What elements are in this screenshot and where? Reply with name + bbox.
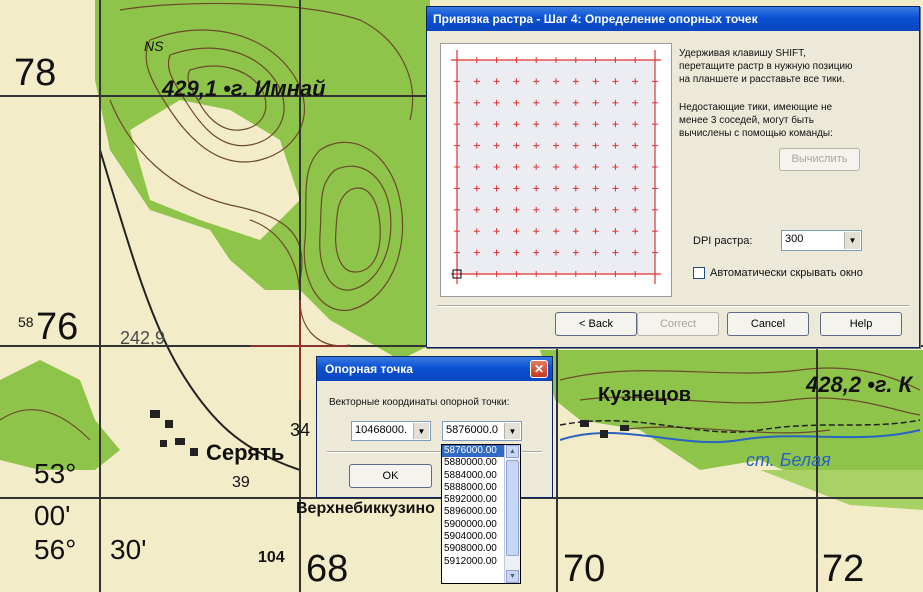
instruction-line: Удерживая клавишу SHIFT, <box>679 48 806 59</box>
autohide-checkbox[interactable] <box>693 267 705 279</box>
height-34: 34 <box>290 420 311 440</box>
point-dialog-title[interactable]: Опорная точка <box>317 357 552 381</box>
raster-registration-dialog: Привязка растра - Шаг 4: Определение опо… <box>426 6 920 348</box>
instruction-line: менее 3 соседей, могут быть <box>679 115 814 126</box>
scroll-up-icon[interactable]: ▲ <box>506 445 519 458</box>
dropdown-option[interactable]: 5892000.00 <box>442 494 506 506</box>
grid-label-76: 76 <box>36 306 79 348</box>
instruction-line: вычислены с помощью команды: <box>679 128 833 139</box>
dropdown-option[interactable]: 5900000.00 <box>442 519 506 531</box>
coords-label: Векторные координаты опорной точки: <box>329 397 510 408</box>
lon-30: 30' <box>110 534 147 565</box>
dropdown-option[interactable]: 5908000.00 <box>442 543 506 555</box>
autohide-label: Автоматически скрывать окно <box>710 267 863 279</box>
instruction-compute: Недостающие тики, имеющие не менее 3 сос… <box>679 101 879 140</box>
dropdown-option[interactable]: 5884000.00 <box>442 470 506 482</box>
height-242: 242,9 <box>120 328 166 348</box>
height-39: 39 <box>232 474 250 491</box>
dpi-select[interactable]: 300 ▼ <box>781 230 862 251</box>
grid-prefix-58: 58 <box>18 314 34 330</box>
back-button[interactable]: < Back <box>555 312 637 336</box>
dropdown-option[interactable]: 5896000.00 <box>442 506 506 518</box>
place-kuznetsov: Кузнецов <box>598 384 692 406</box>
tick-preview-panel[interactable] <box>440 43 672 297</box>
cancel-button[interactable]: Cancel <box>727 312 809 336</box>
chevron-down-icon[interactable]: ▼ <box>844 232 860 249</box>
help-button[interactable]: Help <box>820 312 902 336</box>
scrollbar[interactable]: ▲ ▼ <box>504 445 520 583</box>
mark-ns: NS <box>144 38 164 54</box>
lon-56: 56° <box>34 534 77 565</box>
dialog-title[interactable]: Привязка растра - Шаг 4: Определение опо… <box>427 7 919 31</box>
dropdown-option[interactable]: 5912000.00 <box>442 556 506 568</box>
y-coordinate-list[interactable]: 5876000.00 5880000.00 5884000.00 5888000.00… <box>441 444 521 584</box>
close-icon[interactable]: ✕ <box>530 360 548 378</box>
instruction-shift: Удерживая клавишу SHIFT, перетащите раст… <box>679 47 879 86</box>
scroll-down-icon[interactable]: ▼ <box>506 570 519 583</box>
lat-53: 53° <box>34 458 77 489</box>
compute-button[interactable]: Вычислить <box>779 148 860 171</box>
instruction-line: перетащите растр в нужную позицию <box>679 61 853 72</box>
tick-grid[interactable] <box>441 44 671 296</box>
separator <box>437 305 909 307</box>
place-seryat: Серять <box>206 440 285 465</box>
x-coordinate-value: 10468000. <box>355 424 407 436</box>
grid-label-70: 70 <box>563 548 606 590</box>
place-st-belaya: ст. Белая <box>746 450 831 470</box>
dropdown-option[interactable]: 5904000.00 <box>442 531 506 543</box>
lat-00: 00' <box>34 500 71 531</box>
dropdown-option[interactable]: 5888000.00 <box>442 482 506 494</box>
grid-label-72: 72 <box>822 548 865 590</box>
chevron-down-icon[interactable]: ▼ <box>413 423 429 439</box>
scroll-thumb[interactable] <box>506 460 519 556</box>
grid-label-68: 68 <box>306 548 349 590</box>
height-104: 104 <box>258 549 285 566</box>
dropdown-option[interactable]: 5880000.00 <box>442 457 506 469</box>
instruction-line: на планшете и расставьте все тики. <box>679 74 845 85</box>
dpi-label: DPI растра: <box>693 235 753 247</box>
dropdown-option[interactable]: 5876000.00 <box>442 445 506 458</box>
place-imnai: 429,1 •г. Имнай <box>162 76 326 101</box>
y-coordinate-value: 5876000.0 <box>446 424 498 436</box>
ok-button[interactable]: OK <box>349 464 432 488</box>
chevron-down-icon[interactable]: ▼ <box>504 423 520 439</box>
y-coordinate-combo[interactable]: 5876000.0 ▼ <box>442 421 522 441</box>
dpi-value: 300 <box>785 233 804 245</box>
x-coordinate-combo[interactable]: 10468000. ▼ <box>351 421 431 441</box>
grid-label-78: 78 <box>14 52 57 94</box>
place-height-428: 428,2 •г. К <box>806 372 913 397</box>
correct-button[interactable]: Correct <box>637 312 719 336</box>
instruction-line: Недостающие тики, имеющие не <box>679 102 833 113</box>
place-verkhnebikkuzino: Верхнебиккузино <box>296 500 435 517</box>
